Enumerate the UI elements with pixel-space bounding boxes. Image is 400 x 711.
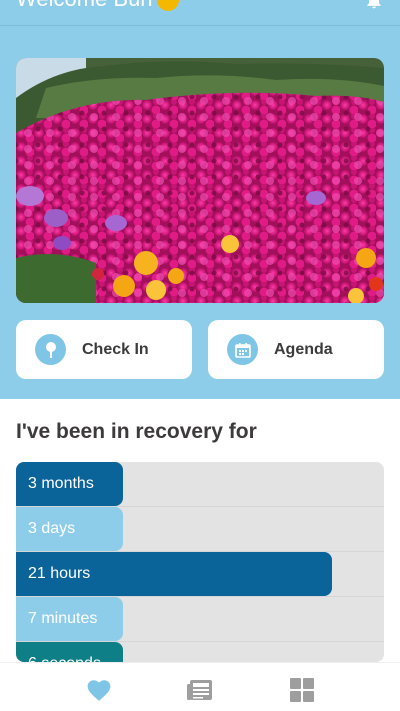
heart-icon bbox=[87, 680, 111, 701]
header-bar: Welcome Bun bbox=[0, 0, 400, 26]
welcome-title: Welcome Bun bbox=[16, 0, 179, 12]
recovery-title: I've been in recovery for bbox=[16, 420, 257, 443]
recovery-duration-list: 3 months3 days21 hours7 minutes6 seconds bbox=[16, 462, 384, 662]
recovery-bar: 3 months bbox=[16, 462, 123, 506]
agenda-button[interactable]: Agenda bbox=[208, 320, 384, 379]
recovery-row: 3 days bbox=[16, 507, 384, 552]
top-area: Welcome Bun bbox=[0, 0, 400, 399]
recovery-bar: 6 seconds bbox=[16, 642, 123, 662]
pin-icon bbox=[35, 334, 66, 365]
recovery-row: 7 minutes bbox=[16, 597, 384, 642]
nav-home-tab[interactable] bbox=[85, 677, 113, 703]
nav-news-tab[interactable] bbox=[186, 677, 214, 703]
recovery-row: 21 hours bbox=[16, 552, 384, 597]
smiley-emoji-icon bbox=[156, 0, 179, 12]
nav-grid-tab[interactable] bbox=[288, 677, 316, 703]
recovery-bar: 3 days bbox=[16, 507, 123, 551]
news-icon bbox=[187, 680, 212, 700]
agenda-label: Agenda bbox=[274, 340, 333, 358]
bottom-nav bbox=[0, 662, 400, 711]
check-in-label: Check In bbox=[82, 340, 149, 358]
recovery-bar: 21 hours bbox=[16, 552, 332, 596]
grid-icon bbox=[290, 678, 314, 702]
bell-icon[interactable] bbox=[364, 0, 384, 10]
hero-image bbox=[16, 58, 384, 303]
check-in-button[interactable]: Check In bbox=[16, 320, 192, 379]
calendar-icon bbox=[227, 334, 258, 365]
recovery-row: 3 months bbox=[16, 462, 384, 507]
recovery-row: 6 seconds bbox=[16, 642, 384, 662]
recovery-bar: 7 minutes bbox=[16, 597, 123, 641]
